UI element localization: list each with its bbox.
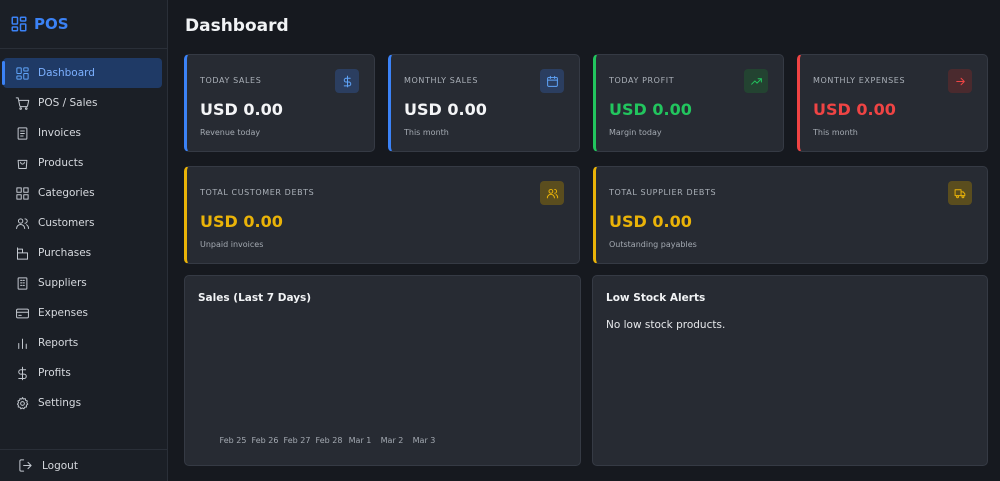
sidebar-item-label: Suppliers bbox=[38, 277, 87, 289]
users-icon bbox=[540, 181, 564, 205]
low-stock-message: No low stock products. bbox=[606, 319, 726, 331]
stat-label: TOTAL SUPPLIER DEBTS bbox=[609, 188, 717, 197]
truck-icon bbox=[948, 181, 972, 205]
sidebar-item-label: Purchases bbox=[38, 247, 92, 259]
logout-icon bbox=[19, 459, 32, 472]
sidebar-item-label: Expenses bbox=[38, 307, 89, 319]
dollar-icon bbox=[335, 69, 359, 93]
sidebar-item-purchases[interactable]: Purchases bbox=[3, 238, 162, 268]
calendar-icon bbox=[540, 69, 564, 93]
x-tick-label: Mar 1 bbox=[348, 436, 372, 445]
stat-subtext: This month bbox=[813, 128, 858, 137]
stat-subtext: Revenue today bbox=[200, 128, 261, 137]
x-tick-label: Feb 27 bbox=[283, 436, 311, 445]
logout-label: Logout bbox=[42, 459, 78, 472]
stat-value: USD 0.00 bbox=[813, 100, 896, 119]
sidebar-item-expenses[interactable]: Expenses bbox=[3, 298, 162, 328]
sales-chart-x-axis: Feb 25 Feb 26 Feb 27 Feb 28 Mar 1 Mar 2 … bbox=[185, 436, 485, 450]
sidebar-item-label: Products bbox=[38, 157, 84, 169]
sidebar-item-categories[interactable]: Categories bbox=[3, 178, 162, 208]
logout-button[interactable]: Logout bbox=[0, 449, 167, 481]
sidebar-item-label: Profits bbox=[38, 367, 71, 379]
low-stock-panel: Low Stock Alerts No low stock products. bbox=[592, 275, 988, 466]
building-icon bbox=[14, 275, 30, 291]
sidebar-item-customers[interactable]: Customers bbox=[3, 208, 162, 238]
squares-icon bbox=[14, 185, 30, 201]
x-tick-label: Feb 25 bbox=[219, 436, 247, 445]
main-content: Dashboard TODAY SALES USD 0.00 Revenue t… bbox=[169, 0, 1000, 481]
sidebar-item-label: POS / Sales bbox=[38, 97, 98, 109]
sales-chart-title: Sales (Last 7 Days) bbox=[198, 292, 312, 304]
gear-icon bbox=[14, 395, 30, 411]
stat-value: USD 0.00 bbox=[200, 100, 283, 119]
stat-card-monthly-expenses: MONTHLY EXPENSES USD 0.00 This month bbox=[797, 54, 988, 152]
x-tick-label: Mar 2 bbox=[380, 436, 404, 445]
stat-label: TODAY SALES bbox=[200, 76, 262, 85]
sidebar-item-products[interactable]: Products bbox=[3, 148, 162, 178]
sidebar-item-suppliers[interactable]: Suppliers bbox=[3, 268, 162, 298]
sidebar: POS Dashboard POS / Sales Invoices Produ… bbox=[0, 0, 168, 481]
sidebar-item-reports[interactable]: Reports bbox=[3, 328, 162, 358]
arrow-right-icon bbox=[948, 69, 972, 93]
sidebar-nav: Dashboard POS / Sales Invoices Products … bbox=[0, 49, 167, 418]
stat-card-monthly-sales: MONTHLY SALES USD 0.00 This month bbox=[388, 54, 580, 152]
stat-value: USD 0.00 bbox=[609, 100, 692, 119]
grid-icon bbox=[14, 65, 30, 81]
stat-value: USD 0.00 bbox=[200, 212, 283, 231]
x-tick-label: Mar 3 bbox=[412, 436, 436, 445]
users-icon bbox=[14, 215, 30, 231]
sales-chart-panel: Sales (Last 7 Days) Feb 25 Feb 26 Feb 27… bbox=[184, 275, 581, 466]
stat-card-today-sales: TODAY SALES USD 0.00 Revenue today bbox=[184, 54, 375, 152]
stat-value: USD 0.00 bbox=[609, 212, 692, 231]
brand[interactable]: POS bbox=[0, 0, 167, 49]
stat-subtext: This month bbox=[404, 128, 449, 137]
stat-card-today-profit: TODAY PROFIT USD 0.00 Margin today bbox=[593, 54, 784, 152]
sidebar-item-settings[interactable]: Settings bbox=[3, 388, 162, 418]
stat-value: USD 0.00 bbox=[404, 100, 487, 119]
low-stock-title: Low Stock Alerts bbox=[606, 292, 706, 304]
bag-icon bbox=[14, 155, 30, 171]
stat-subtext: Unpaid invoices bbox=[200, 240, 264, 249]
sidebar-item-label: Categories bbox=[38, 187, 95, 199]
sidebar-item-label: Invoices bbox=[38, 127, 82, 139]
document-icon bbox=[14, 125, 30, 141]
page-title: Dashboard bbox=[185, 16, 289, 36]
bar-chart-icon bbox=[14, 335, 30, 351]
sidebar-item-profits[interactable]: Profits bbox=[3, 358, 162, 388]
stat-card-customer-debts: TOTAL CUSTOMER DEBTS USD 0.00 Unpaid inv… bbox=[184, 166, 580, 264]
sidebar-item-pos-sales[interactable]: POS / Sales bbox=[3, 88, 162, 118]
sidebar-item-label: Dashboard bbox=[38, 67, 95, 79]
dollar-icon bbox=[14, 365, 30, 381]
stat-label: TODAY PROFIT bbox=[609, 76, 675, 85]
cart-icon bbox=[14, 95, 30, 111]
sidebar-item-label: Settings bbox=[38, 397, 82, 409]
sidebar-item-dashboard[interactable]: Dashboard bbox=[2, 58, 162, 88]
stat-card-supplier-debts: TOTAL SUPPLIER DEBTS USD 0.00 Outstandin… bbox=[593, 166, 988, 264]
brand-name: POS bbox=[34, 15, 69, 33]
stat-subtext: Outstanding payables bbox=[609, 240, 697, 249]
trending-up-icon bbox=[744, 69, 768, 93]
x-tick-label: Feb 28 bbox=[315, 436, 343, 445]
stat-subtext: Margin today bbox=[609, 128, 662, 137]
stat-label: MONTHLY EXPENSES bbox=[813, 76, 906, 85]
sidebar-item-label: Customers bbox=[38, 217, 95, 229]
sidebar-item-invoices[interactable]: Invoices bbox=[3, 118, 162, 148]
stat-label: MONTHLY SALES bbox=[404, 76, 478, 85]
stat-label: TOTAL CUSTOMER DEBTS bbox=[200, 188, 315, 197]
credit-card-icon bbox=[14, 305, 30, 321]
purchases-icon bbox=[14, 245, 30, 261]
x-tick-label: Feb 26 bbox=[251, 436, 279, 445]
grid-icon bbox=[11, 16, 27, 32]
sidebar-item-label: Reports bbox=[38, 337, 79, 349]
